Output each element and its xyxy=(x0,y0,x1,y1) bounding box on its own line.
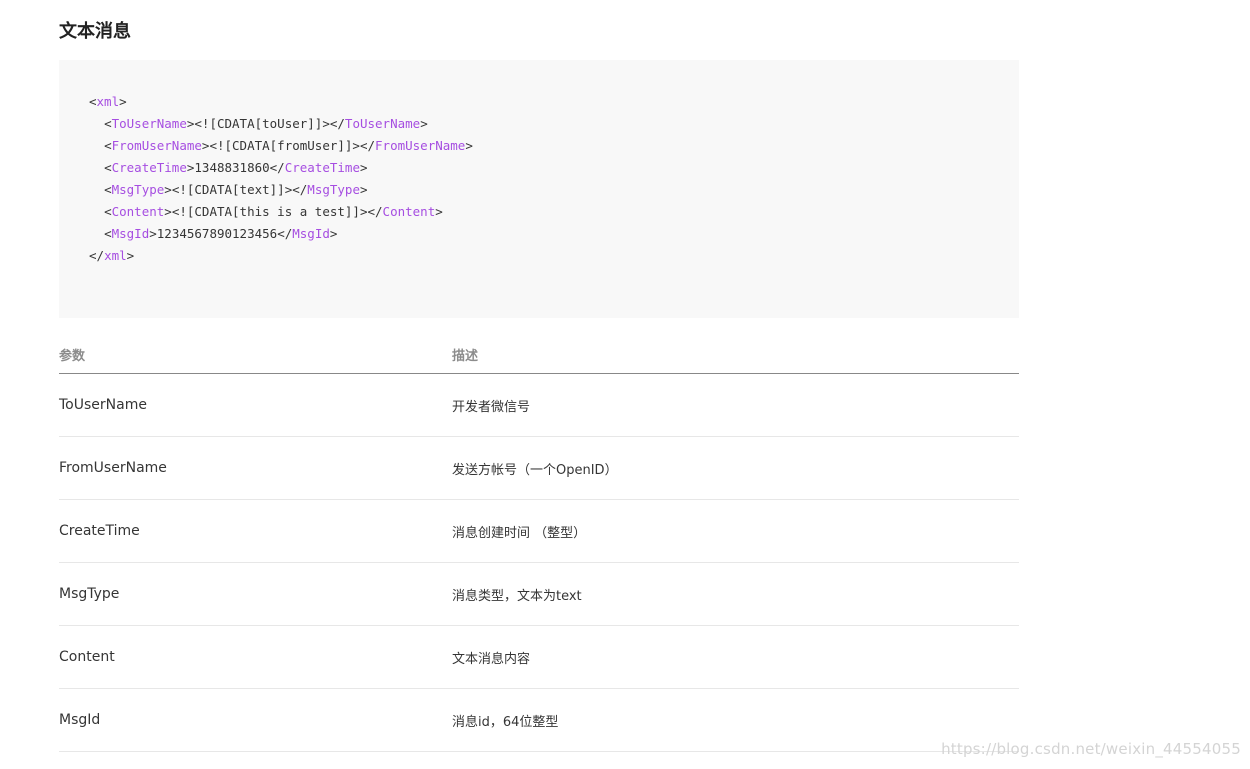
code-block: <xml> <ToUserName><![CDATA[toUser]]></To… xyxy=(59,60,1019,318)
code-line: <MsgId>1234567890123456</MsgId> xyxy=(89,223,1019,245)
code-tag-name: MsgId xyxy=(292,226,330,241)
code-content: 1234567890123456 xyxy=(156,226,278,241)
code-tag-name: CreateTime xyxy=(284,160,360,175)
param-name: CreateTime xyxy=(59,499,452,563)
code-line: <Content><![CDATA[this is a test]]></Con… xyxy=(89,201,1019,223)
code-tag-name: FromUserName xyxy=(375,138,466,153)
param-description: 消息创建时间 （整型） xyxy=(452,499,1019,563)
param-description: 开发者微信号 xyxy=(452,373,1019,437)
param-description: 文本消息内容 xyxy=(452,625,1019,689)
code-line: <FromUserName><![CDATA[fromUser]]></From… xyxy=(89,135,1019,157)
table-row: ToUserName 开发者微信号 xyxy=(59,373,1019,437)
code-tag-name: xml xyxy=(96,94,120,109)
code-punct: </ xyxy=(89,248,105,263)
watermark: https://blog.csdn.net/weixin_44554055 xyxy=(941,740,1241,758)
code-content: <![CDATA[text]]> xyxy=(171,182,293,197)
code-tag-name: xml xyxy=(104,248,127,263)
code-punct: > xyxy=(435,204,443,219)
code-line: <CreateTime>1348831860</CreateTime> xyxy=(89,157,1019,179)
table-row: FromUserName 发送方帐号（一个OpenID） xyxy=(59,436,1019,500)
code-tag-name: ToUserName xyxy=(344,116,421,131)
param-description: 消息id，64位整型 xyxy=(452,688,1019,752)
code-punct: </ xyxy=(359,138,376,153)
code-punct: > xyxy=(164,182,172,197)
code-punct: </ xyxy=(277,226,293,241)
code-content: <![CDATA[toUser]]> xyxy=(194,116,330,131)
code-content: <![CDATA[this is a test]]> xyxy=(171,204,368,219)
code-punct: > xyxy=(359,160,368,175)
param-name: ToUserName xyxy=(59,373,452,437)
code-line: <xml> xyxy=(89,91,1019,113)
code-punct: > xyxy=(359,182,368,197)
code-punct: > xyxy=(119,94,127,109)
code-line: <ToUserName><![CDATA[toUser]]></ToUserNa… xyxy=(89,113,1019,135)
params-table: 参数 描述 ToUserName 开发者微信号 FromUserName 发送方… xyxy=(59,335,1019,752)
code-punct: </ xyxy=(292,182,308,197)
code-punct: > xyxy=(465,138,473,153)
code-line: <MsgType><![CDATA[text]]></MsgType> xyxy=(89,179,1019,201)
code-punct: > xyxy=(420,116,428,131)
code-tag-name: CreateTime xyxy=(111,160,187,175)
code-tag-name: MsgType xyxy=(307,182,360,197)
table-row: MsgType 消息类型，文本为text xyxy=(59,562,1019,626)
param-name: MsgType xyxy=(59,562,452,626)
code-tag-name: Content xyxy=(382,204,436,219)
code-punct: < xyxy=(89,94,97,109)
column-header-param: 参数 xyxy=(59,335,452,374)
code-punct: </ xyxy=(269,160,285,175)
param-name: Content xyxy=(59,625,452,689)
code-punct: </ xyxy=(329,116,345,131)
code-tag-name: Content xyxy=(111,204,165,219)
xml-code: <xml> <ToUserName><![CDATA[toUser]]></To… xyxy=(89,91,1019,267)
code-punct: </ xyxy=(367,204,383,219)
column-header-description: 描述 xyxy=(452,335,1019,374)
param-description: 消息类型，文本为text xyxy=(452,562,1019,626)
code-punct: < xyxy=(104,160,112,175)
table-header-row: 参数 描述 xyxy=(59,335,1019,374)
param-name: MsgId xyxy=(59,688,452,752)
code-tag-name: ToUserName xyxy=(111,116,187,131)
table-row: CreateTime 消息创建时间 （整型） xyxy=(59,499,1019,563)
code-punct: > xyxy=(126,248,135,263)
table-row: MsgId 消息id，64位整型 xyxy=(59,688,1019,752)
code-punct: < xyxy=(104,204,112,219)
code-line: </xml> xyxy=(89,245,1019,267)
code-content: <![CDATA[fromUser]]> xyxy=(209,138,360,153)
code-tag-name: MsgId xyxy=(111,226,150,241)
code-tag-name: FromUserName xyxy=(111,138,202,153)
code-punct: > xyxy=(329,226,338,241)
code-tag-name: MsgType xyxy=(111,182,165,197)
param-name: FromUserName xyxy=(59,436,452,500)
code-punct: > xyxy=(149,226,157,241)
code-punct: < xyxy=(104,116,112,131)
code-content: 1348831860 xyxy=(194,160,270,175)
code-punct: < xyxy=(104,182,112,197)
code-punct: < xyxy=(104,226,112,241)
section-title: 文本消息 xyxy=(59,21,131,42)
code-punct: > xyxy=(164,204,172,219)
code-punct: < xyxy=(104,138,112,153)
table-row: Content 文本消息内容 xyxy=(59,625,1019,689)
param-description: 发送方帐号（一个OpenID） xyxy=(452,436,1019,500)
